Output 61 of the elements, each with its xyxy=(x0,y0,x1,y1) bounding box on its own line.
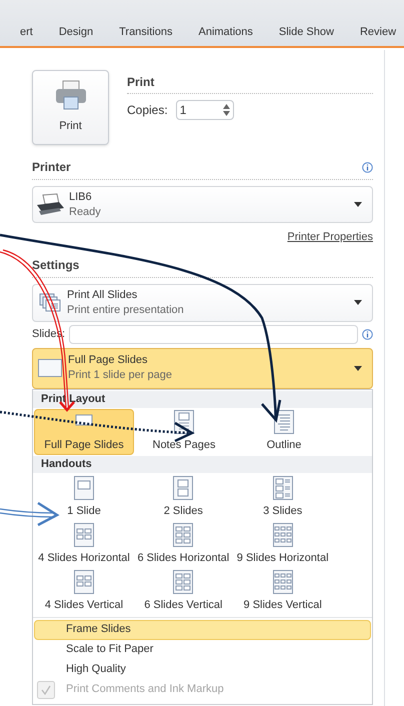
ribbon-tab[interactable]: Animations xyxy=(198,24,253,40)
ribbon-tab[interactable]: Review xyxy=(360,24,396,40)
page-layout-icon xyxy=(74,522,94,547)
layout-option[interactable]: 9 Slides Horizontal xyxy=(232,522,333,568)
printer-dropdown[interactable]: LIB6 Ready xyxy=(32,186,373,223)
dropdown-caret-icon xyxy=(354,366,362,370)
page-layout-icon xyxy=(272,570,293,594)
printer-icon xyxy=(54,80,86,110)
printer-status: Ready xyxy=(69,204,102,220)
layout-option[interactable]: 3 Slides xyxy=(232,474,333,520)
printer-properties-link[interactable]: Printer Properties xyxy=(287,229,373,246)
dropdown-caret-icon xyxy=(354,300,362,305)
dropdown-title: Full Page Slides xyxy=(68,353,148,368)
print-range-dropdown[interactable]: Print All Slides Print entire presentation xyxy=(32,284,373,322)
ribbon-tab[interactable]: Slide Show xyxy=(278,24,334,40)
dropdown-caret-icon xyxy=(354,202,362,207)
layout-option[interactable]: 9 Slides Vertical xyxy=(232,568,333,614)
layout-option[interactable]: 2 Slides xyxy=(133,474,234,520)
layout-option[interactable]: 4 Slides Vertical xyxy=(34,568,134,614)
annotation-arrow xyxy=(0,502,60,526)
layout-option[interactable]: Outline xyxy=(234,408,334,454)
copies-label: Copies: xyxy=(127,102,168,119)
printer-icon xyxy=(35,192,65,216)
dropdown-subtitle: Print entire presentation xyxy=(67,302,185,318)
slides-input-field[interactable] xyxy=(69,325,358,344)
page-layout-icon xyxy=(74,570,94,594)
printer-name: LIB6 xyxy=(69,190,93,204)
layout-option[interactable]: Notes Pages xyxy=(134,408,234,454)
layout-option[interactable]: 4 Slides Horizontal xyxy=(34,522,134,568)
section-heading: Print xyxy=(127,73,373,94)
slides-stack-icon xyxy=(39,292,61,312)
page-layout-icon xyxy=(173,570,194,594)
dropdown-subtitle: Print 1 slide per page xyxy=(68,368,173,383)
menu-option[interactable]: Scale to Fit Paper xyxy=(34,640,371,660)
dropdown-title: Print All Slides xyxy=(67,288,138,302)
menu-option[interactable]: Frame Slides xyxy=(34,620,371,640)
info-icon xyxy=(362,162,373,172)
page-layout-icon xyxy=(74,476,94,500)
page-layout-icon xyxy=(274,410,294,434)
ribbon-tab[interactable]: Design xyxy=(58,24,94,40)
menu-group-heading: Handouts xyxy=(33,456,372,472)
page-layout-icon xyxy=(272,522,293,547)
checkmark-icon xyxy=(37,680,55,698)
page-layout-icon xyxy=(173,476,194,500)
slide-icon xyxy=(38,359,62,377)
layout-dropdown[interactable]: Full Page Slides Print 1 slide per page xyxy=(32,348,373,388)
layout-option[interactable]: 6 Slides Vertical xyxy=(133,568,234,614)
ribbon-tab[interactable]: Transitions xyxy=(119,24,172,40)
page-layout-icon xyxy=(272,476,293,500)
section-heading: Printer xyxy=(32,159,71,176)
layout-option[interactable]: 6 Slides Horizontal xyxy=(133,522,234,568)
info-icon xyxy=(362,329,373,340)
copies-spinner[interactable]: 1 xyxy=(176,100,234,120)
layout-option[interactable]: 1 Slide xyxy=(34,474,134,520)
print-button[interactable]: Print xyxy=(32,70,109,145)
menu-option[interactable]: High Quality xyxy=(34,660,371,680)
spinner-arrows-icon xyxy=(222,104,230,116)
section-heading: Settings xyxy=(32,256,373,278)
page-layout-icon xyxy=(173,522,194,547)
ribbon-tab[interactable]: ert xyxy=(20,24,33,40)
layout-option[interactable]: Full Page Slides xyxy=(34,408,134,454)
